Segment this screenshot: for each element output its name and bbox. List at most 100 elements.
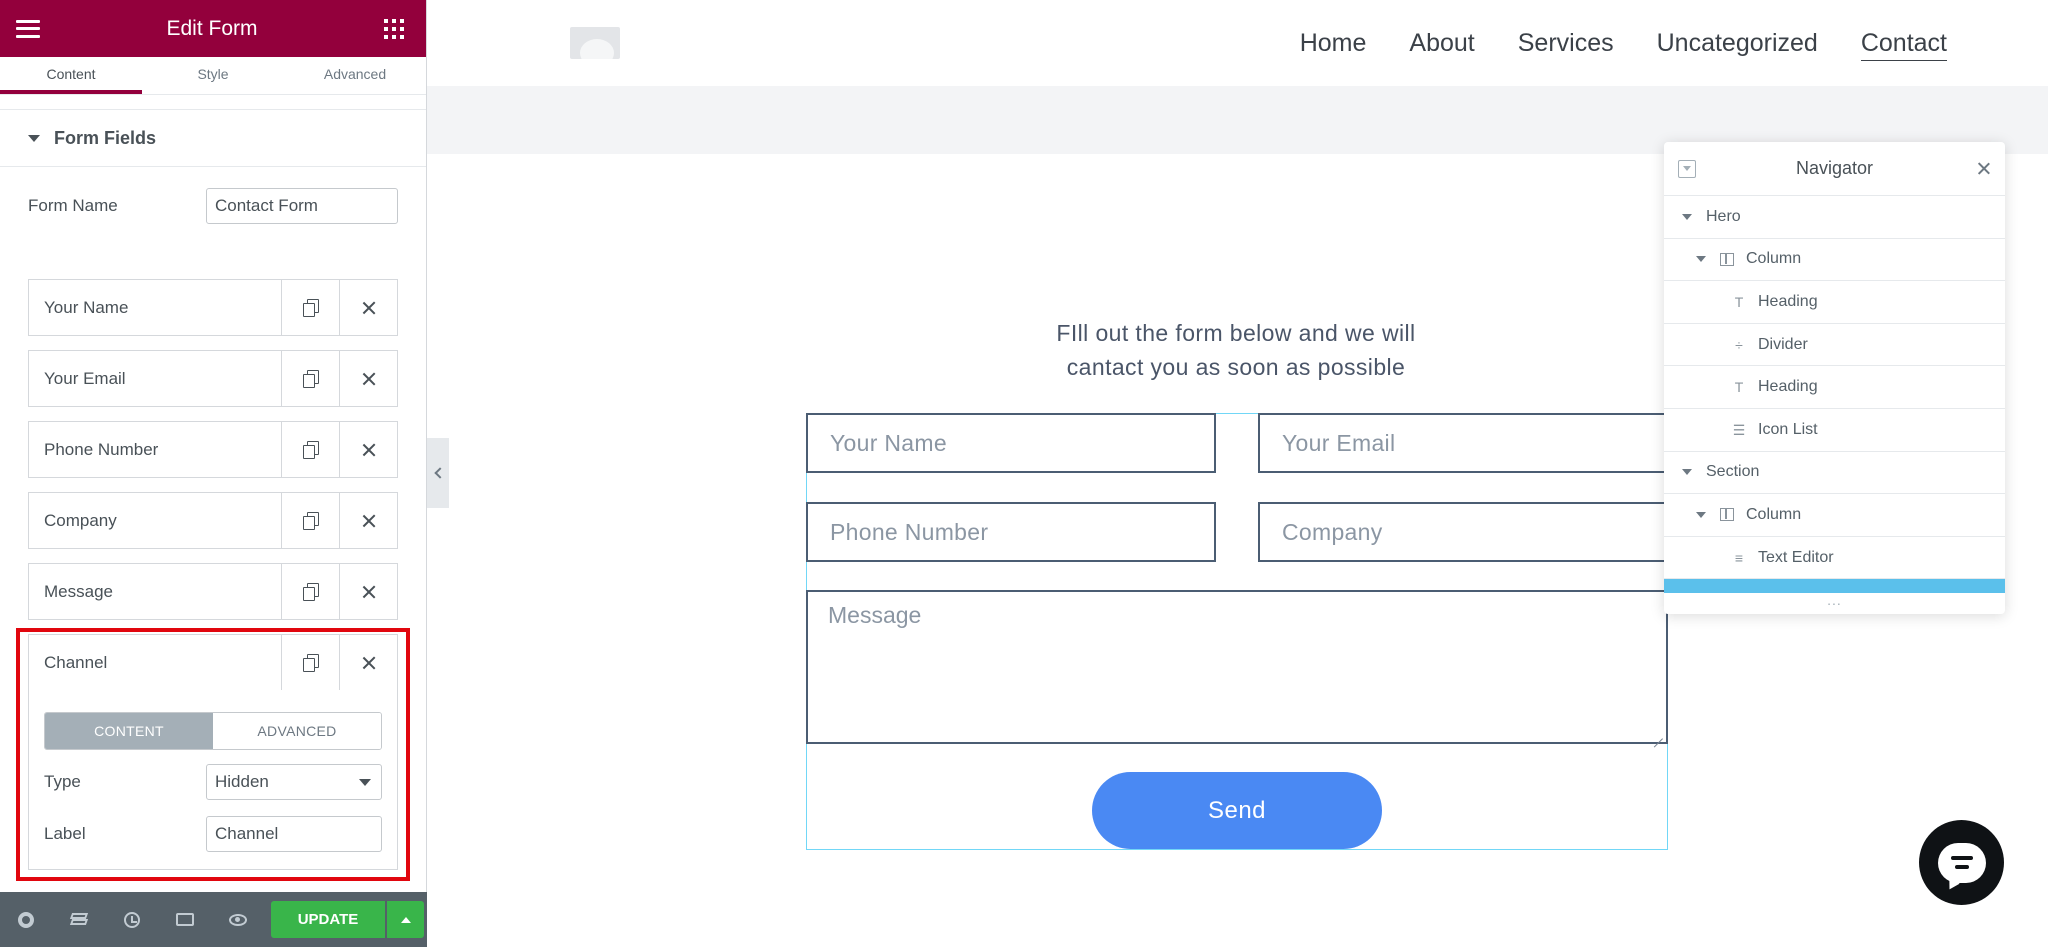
navigator-item-icon-list[interactable]: ☰ Icon List xyxy=(1664,409,2005,452)
column-icon xyxy=(1720,508,1734,522)
gear-icon xyxy=(18,911,34,928)
column-icon xyxy=(1720,252,1734,266)
field-item-company[interactable]: Company xyxy=(28,492,398,549)
nav-link-about[interactable]: About xyxy=(1409,26,1474,61)
text-editor-icon: ≡ xyxy=(1734,549,1744,566)
site-header: Home About Services Uncategorized Contac… xyxy=(427,0,2048,86)
responsive-mode-button[interactable] xyxy=(171,906,199,934)
caret-down-icon[interactable] xyxy=(1696,511,1706,518)
field-item-phone-number[interactable]: Phone Number xyxy=(28,421,398,478)
nav-link-home[interactable]: Home xyxy=(1300,26,1367,61)
close-icon xyxy=(360,512,378,530)
chat-bubble-icon xyxy=(1937,842,1986,883)
navigator-item-column[interactable]: Column xyxy=(1664,239,2005,282)
navigator-title: Navigator xyxy=(1795,158,1874,178)
duplicate-button[interactable] xyxy=(281,280,339,335)
caret-down-icon[interactable] xyxy=(1682,469,1692,476)
hamburger-menu-icon[interactable] xyxy=(16,19,40,38)
navigator-item-label: Section xyxy=(1706,463,1760,481)
field-item-your-name[interactable]: Your Name xyxy=(28,279,398,336)
navigator-item-heading[interactable]: T Heading xyxy=(1664,366,2005,409)
duplicate-button[interactable] xyxy=(281,422,339,477)
navigator-item-column[interactable]: Column xyxy=(1664,494,2005,537)
form-intro-text: FIll out the form below and we will cant… xyxy=(1000,316,1472,384)
widgets-grid-icon[interactable] xyxy=(383,18,404,39)
field-item-label: Your Name xyxy=(44,298,129,317)
navigator-item-heading[interactable]: T Heading xyxy=(1664,281,2005,324)
tab-advanced[interactable]: Advanced xyxy=(284,57,426,94)
remove-button[interactable] xyxy=(339,422,397,477)
responsive-icon xyxy=(176,913,194,926)
navigator-item-text-editor[interactable]: ≡ Text Editor xyxy=(1664,537,2005,580)
caret-down-icon[interactable] xyxy=(1696,256,1706,263)
navigator-panel: Navigator Hero Column T Heading ÷ Divide… xyxy=(1664,142,2005,614)
company-input[interactable]: Company xyxy=(1258,502,1668,562)
collapse-panel-handle[interactable] xyxy=(427,438,449,508)
navigator-item-hero[interactable]: Hero xyxy=(1664,196,2005,239)
field-item-label: Company xyxy=(44,511,117,530)
form-name-row: Form Name Contact Form xyxy=(28,188,398,224)
field-item-your-email[interactable]: Your Email xyxy=(28,350,398,407)
message-textarea[interactable]: Message xyxy=(806,590,1668,744)
navigator-item-divider[interactable]: ÷ Divider xyxy=(1664,324,2005,367)
layers-icon xyxy=(69,912,89,927)
field-item-label: Message xyxy=(44,582,113,601)
remove-button[interactable] xyxy=(339,564,397,619)
nav-link-services[interactable]: Services xyxy=(1518,26,1614,61)
panel-tabs: Content Style Advanced xyxy=(0,57,426,95)
remove-button[interactable] xyxy=(339,280,397,335)
nav-link-contact[interactable]: Contact xyxy=(1860,26,1947,61)
copy-icon xyxy=(302,511,319,530)
field-item-message[interactable]: Message xyxy=(28,563,398,620)
intro-line-2: cantact you as soon as possible xyxy=(1066,354,1406,380)
list-icon: ☰ xyxy=(1732,421,1746,438)
settings-button[interactable] xyxy=(12,906,40,934)
close-icon[interactable] xyxy=(1977,161,1991,175)
heading-icon: T xyxy=(1734,379,1744,396)
navigator-item-label: Hero xyxy=(1706,207,1741,225)
copy-icon xyxy=(302,440,319,459)
remove-button[interactable] xyxy=(339,351,397,406)
history-button[interactable] xyxy=(118,906,146,934)
duplicate-button[interactable] xyxy=(281,564,339,619)
collapse-all-icon[interactable] xyxy=(1678,160,1696,178)
field-item-label: Your Email xyxy=(44,369,126,388)
tab-content[interactable]: Content xyxy=(0,57,142,94)
navigator-header[interactable]: Navigator xyxy=(1664,142,2005,196)
save-options-button[interactable] xyxy=(387,901,424,938)
heading-icon: T xyxy=(1734,293,1744,310)
your-name-input[interactable]: Your Name xyxy=(806,413,1216,473)
tab-style[interactable]: Style xyxy=(142,57,284,94)
remove-button[interactable] xyxy=(339,493,397,548)
navigator-button[interactable] xyxy=(65,906,93,934)
nav-link-uncategorized[interactable]: Uncategorized xyxy=(1657,26,1818,61)
caret-up-icon xyxy=(400,916,411,923)
form-name-input[interactable]: Contact Form xyxy=(206,188,398,224)
send-button[interactable]: Send xyxy=(1092,772,1382,849)
site-logo-image[interactable] xyxy=(570,27,620,59)
caret-down-icon xyxy=(28,134,40,142)
preview-button[interactable] xyxy=(224,906,252,934)
copy-icon xyxy=(302,582,319,601)
resize-dots[interactable]: ... xyxy=(1664,593,2005,607)
close-icon xyxy=(360,299,378,317)
copy-icon xyxy=(302,298,319,317)
chat-widget-button[interactable] xyxy=(1919,820,2004,905)
close-icon xyxy=(360,370,378,388)
duplicate-button[interactable] xyxy=(281,351,339,406)
caret-down-icon[interactable] xyxy=(1682,213,1692,220)
resize-handle-icon[interactable] xyxy=(1653,729,1663,739)
navigator-item-selected[interactable] xyxy=(1664,579,2005,594)
section-form-fields-header[interactable]: Form Fields xyxy=(0,109,426,167)
editor-panel: Edit Form Content Style Advanced Form Fi… xyxy=(0,0,427,947)
your-email-input[interactable]: Your Email xyxy=(1258,413,1668,473)
phone-number-input[interactable]: Phone Number xyxy=(806,502,1216,562)
intro-line-1: FIll out the form below and we will xyxy=(1056,320,1416,346)
panel-footer: UPDATE xyxy=(0,892,427,947)
navigator-item-label: Column xyxy=(1746,505,1802,523)
duplicate-button[interactable] xyxy=(281,493,339,548)
update-button[interactable]: UPDATE xyxy=(271,901,385,938)
navigator-item-label: Divider xyxy=(1758,335,1808,353)
navigator-item-section[interactable]: Section xyxy=(1664,452,2005,495)
navigator-item-label: Column xyxy=(1746,250,1802,268)
